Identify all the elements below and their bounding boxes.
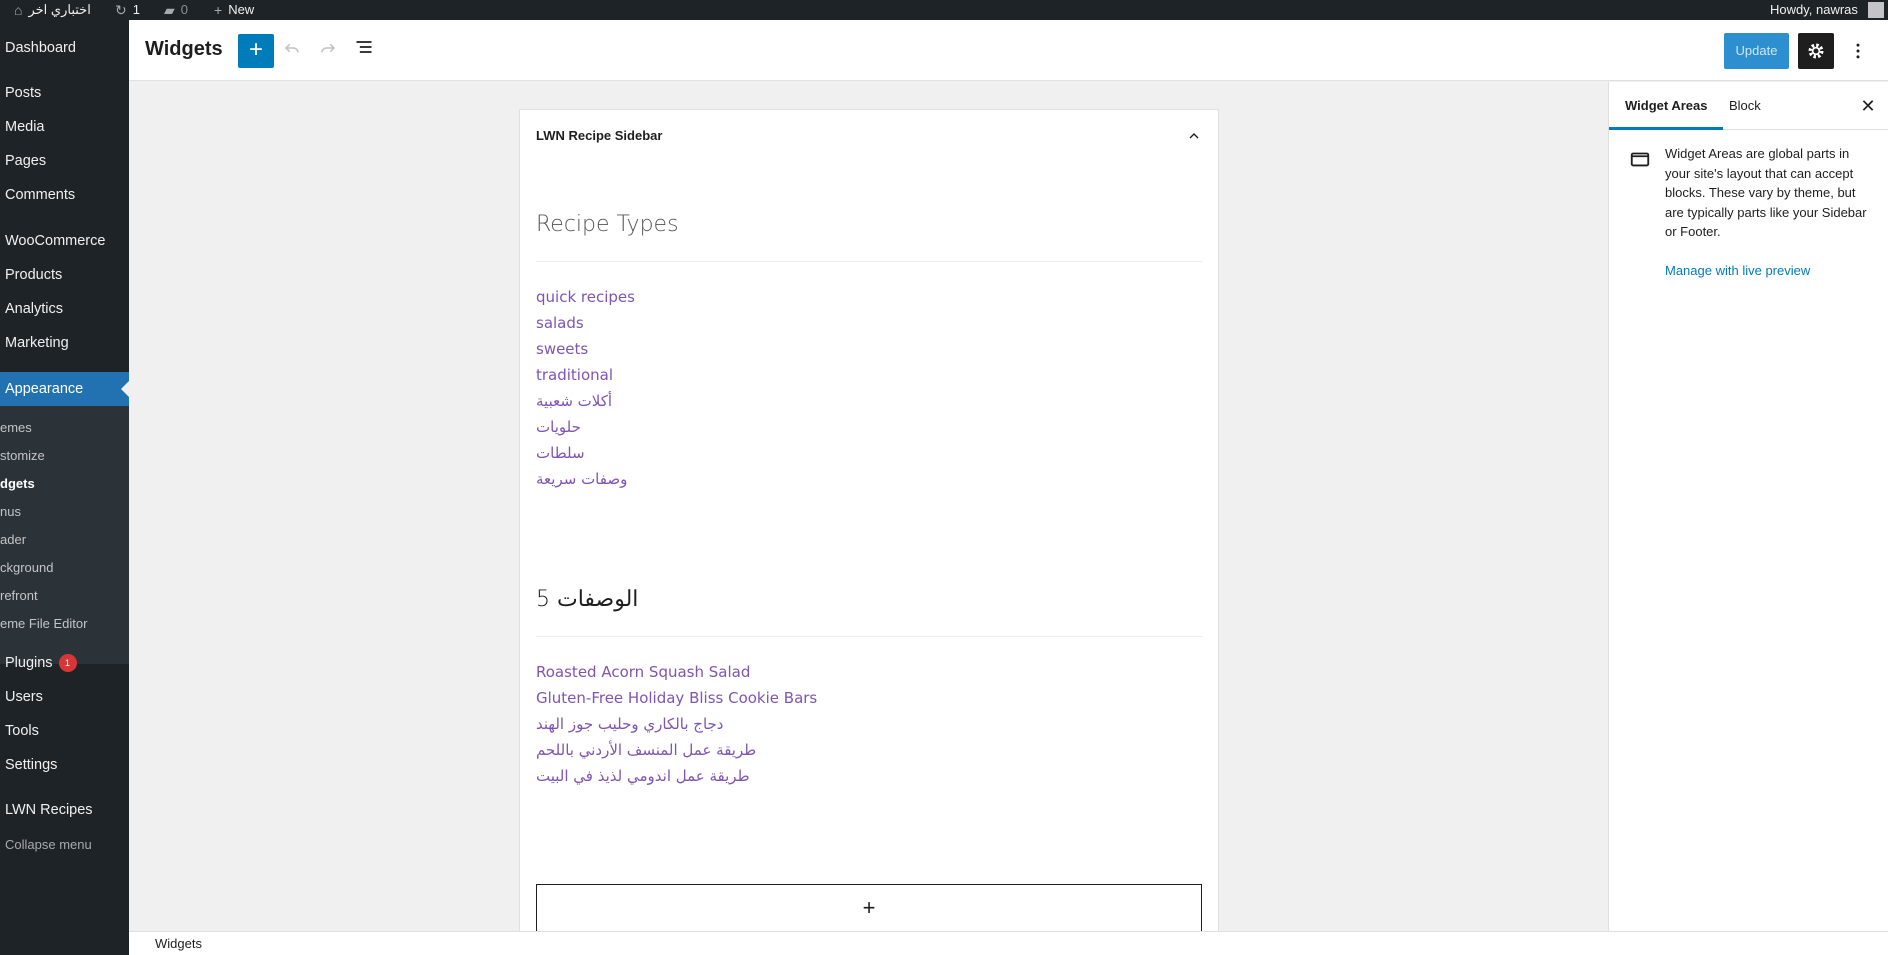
widget-area-icon [1630,152,1650,167]
menu-plugins-label: Plugins [5,655,53,671]
menu-plugins[interactable]: Plugins 1 [5,652,77,674]
category-link[interactable]: أكلات شعبية [536,392,612,410]
page-title: Widgets [145,38,223,60]
menu-settings[interactable]: Settings [5,754,57,776]
redo-icon [321,43,336,53]
recipe-link[interactable]: Gluten-Free Holiday Bliss Cookie Bars [536,689,817,707]
menu-users[interactable]: Users [5,686,43,708]
submenu-header[interactable]: ader [0,530,26,550]
collapse-menu[interactable]: Collapse menu [5,834,92,856]
sidebar-tabs: Widget Areas Block ✕ [1609,82,1888,130]
gear-icon [1808,43,1824,59]
admin-bar: ⌂ اختباري اخر ↻ 1 ▰ 0 + New Howdy, nawra… [0,0,1888,20]
updates-icon: ↻ [115,2,127,18]
recipe-link[interactable]: طريقة عمل المنسف الأردني باللحم [536,741,756,759]
menu-tools[interactable]: Tools [5,720,39,742]
plus-icon: + [214,2,223,18]
my-account-link[interactable]: Howdy, nawras [1770,0,1884,20]
comments-count: 0 [180,2,189,17]
submenu-storefront[interactable]: refront [0,586,38,606]
plus-icon: + [862,895,876,920]
menu-marketing[interactable]: Marketing [5,332,69,354]
recipe-link[interactable]: دجاج بالكاري وحليب جوز الهند [536,715,724,733]
settings-button[interactable] [1798,33,1834,69]
add-block-button[interactable]: + [238,34,274,68]
avatar [1867,2,1884,18]
widget-areas-description: Widget Areas are global parts in your si… [1665,146,1867,239]
menu-pages[interactable]: Pages [5,150,46,172]
home-icon: ⌂ [14,2,23,18]
category-link[interactable]: حلويات [536,418,581,436]
category-link[interactable]: سلطات [536,444,585,462]
manage-live-preview-link[interactable]: Manage with live preview [1665,263,1810,278]
new-content-link[interactable]: + New [214,0,254,20]
tab-widget-areas[interactable]: Widget Areas [1609,82,1723,130]
menu-appearance-label: Appearance [5,381,84,397]
category-link[interactable]: salads [536,314,584,332]
redo-button[interactable] [312,34,344,68]
widget-area-panel: LWN Recipe Sidebar Recipe Types quick re… [519,109,1219,931]
menu-products[interactable]: Products [5,264,62,286]
updates-count: 1 [132,2,140,17]
tab-block[interactable]: Block [1713,82,1777,130]
settings-sidebar: Widget Areas Block ✕ Widget Areas are gl… [1608,82,1888,931]
editor-canvas: LWN Recipe Sidebar Recipe Types quick re… [129,82,1608,931]
more-vertical-icon [1856,43,1860,59]
updates-link[interactable]: ↻ 1 [115,0,140,20]
menu-comments[interactable]: Comments [5,184,75,206]
appearance-submenu: emes stomize dgets nus ader ckground ref… [0,406,129,664]
separator [536,261,1202,262]
menu-media[interactable]: Media [5,116,45,138]
site-name-link[interactable]: ⌂ اختباري اخر [14,0,91,20]
submenu-background[interactable]: ckground [0,558,53,578]
recipe-link[interactable]: Roasted Acorn Squash Salad [536,663,750,681]
category-link[interactable]: sweets [536,340,588,358]
list-view-icon [356,41,372,53]
site-name: اختباري اخر [28,2,91,17]
category-link[interactable]: traditional [536,366,613,384]
menu-woocommerce[interactable]: WooCommerce [5,230,105,252]
widget-heading-recipe-types[interactable]: Recipe Types [536,212,679,237]
menu-analytics[interactable]: Analytics [5,298,63,320]
submenu-menus[interactable]: nus [0,502,21,522]
options-button[interactable] [1840,33,1876,69]
block-appender-button[interactable]: + [536,884,1202,931]
breadcrumb[interactable]: Widgets [155,936,202,951]
menu-posts[interactable]: Posts [5,82,41,104]
editor-footer: Widgets [129,931,1888,955]
plus-icon: + [248,36,263,63]
howdy-text: Howdy, nawras [1770,2,1858,17]
submenu-theme-file-editor[interactable]: eme File Editor [0,614,87,634]
update-button[interactable]: Update [1724,33,1789,69]
current-menu-arrow [121,381,129,397]
submenu-customize[interactable]: stomize [0,446,45,466]
menu-lwn-recipes[interactable]: LWN Recipes [5,799,93,821]
close-icon[interactable]: ✕ [1859,97,1877,115]
recipe-link[interactable]: طريقة عمل اندومي لذيذ في البيت [536,767,750,785]
editor-header: Widgets + Update [129,20,1888,81]
category-link[interactable]: quick recipes [536,288,635,306]
admin-menu: Dashboard Posts Media Pages Comments Woo… [0,20,129,955]
submenu-themes[interactable]: emes [0,418,32,438]
undo-button[interactable] [276,34,308,68]
menu-appearance[interactable]: Appearance [0,372,129,406]
comments-link[interactable]: ▰ 0 [164,0,188,20]
comment-bubble-icon: ▰ [164,2,175,18]
new-label: New [228,2,255,17]
separator [536,636,1202,637]
widget-area-title[interactable]: LWN Recipe Sidebar [536,128,662,143]
submenu-widgets[interactable]: dgets [0,474,35,494]
widget-heading-recipes[interactable]: الوصفات 5 [536,587,638,612]
undo-icon [284,43,299,53]
menu-dashboard[interactable]: Dashboard [5,37,76,59]
chevron-up-icon[interactable] [1186,128,1202,144]
list-view-button[interactable] [348,34,380,68]
plugins-update-badge: 1 [58,654,77,673]
category-link[interactable]: وصفات سريعة [536,470,627,488]
